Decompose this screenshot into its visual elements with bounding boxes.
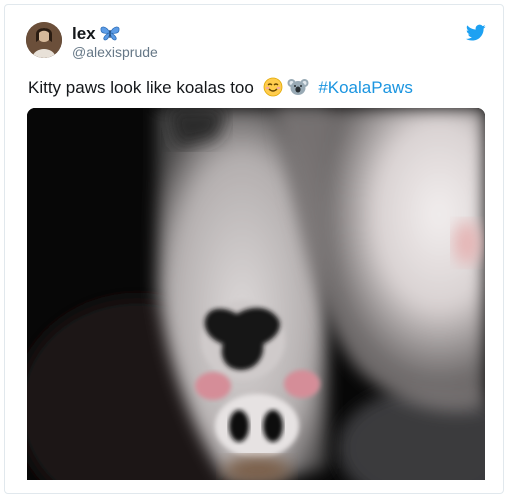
smiling-face-icon bbox=[262, 77, 284, 97]
display-name-text: lex bbox=[72, 24, 96, 43]
butterfly-icon bbox=[100, 25, 120, 41]
koala-icon bbox=[287, 77, 309, 97]
tweet-body: Kitty paws look like koalas too bbox=[28, 78, 254, 97]
tweet-text: Kitty paws look like koalas too #KoalaPa… bbox=[28, 77, 413, 98]
hashtag-link[interactable]: #KoalaPaws bbox=[318, 78, 413, 97]
display-name[interactable]: lex bbox=[72, 24, 120, 44]
avatar[interactable] bbox=[26, 22, 62, 58]
user-handle[interactable]: @alexisprude bbox=[72, 44, 158, 60]
photo-cat-paw[interactable] bbox=[27, 108, 485, 480]
twitter-bird-icon[interactable] bbox=[466, 24, 486, 42]
